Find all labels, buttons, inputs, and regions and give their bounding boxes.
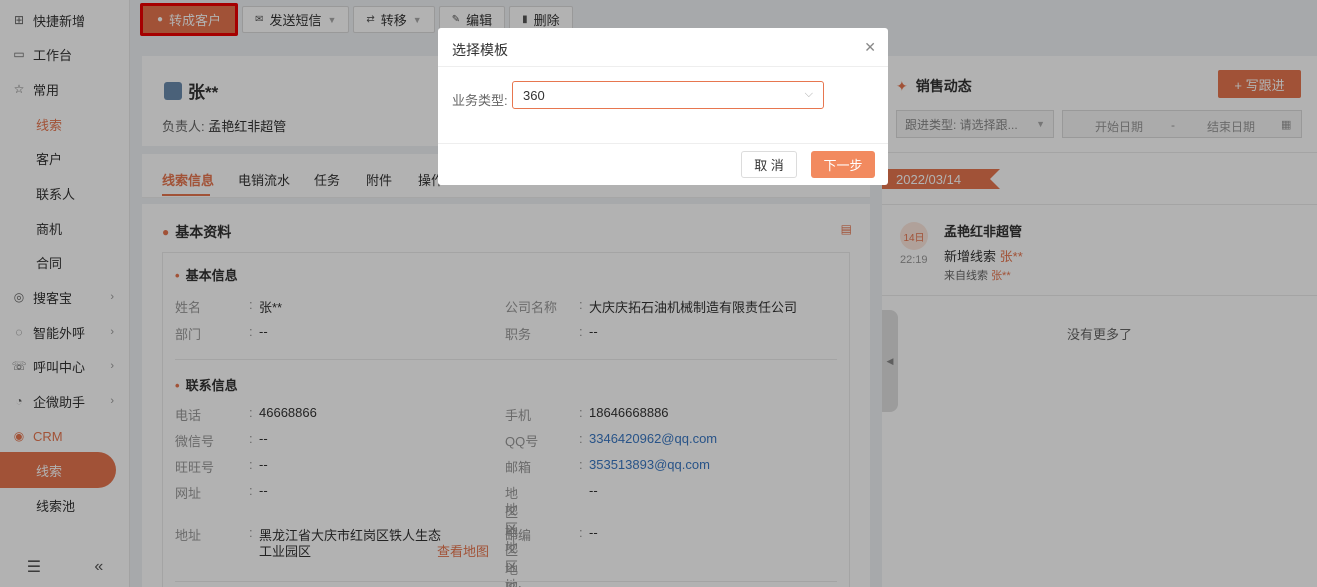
cancel-button[interactable]: 取 消 [741, 151, 797, 178]
business-type-select[interactable]: 360 ⌵ [512, 81, 824, 109]
close-icon[interactable]: ✕ [864, 39, 876, 56]
modal-divider [438, 143, 888, 144]
select-value: 360 [523, 87, 545, 103]
next-step-button[interactable]: 下一步 [811, 151, 875, 178]
modal-divider [438, 66, 888, 67]
select-template-modal: 选择模板 ✕ 业务类型: 360 ⌵ 取 消 下一步 [438, 28, 888, 185]
modal-title: 选择模板 [452, 42, 508, 58]
business-type-label: 业务类型: [452, 93, 508, 108]
chevron-down-icon: ⌵ [804, 88, 813, 100]
